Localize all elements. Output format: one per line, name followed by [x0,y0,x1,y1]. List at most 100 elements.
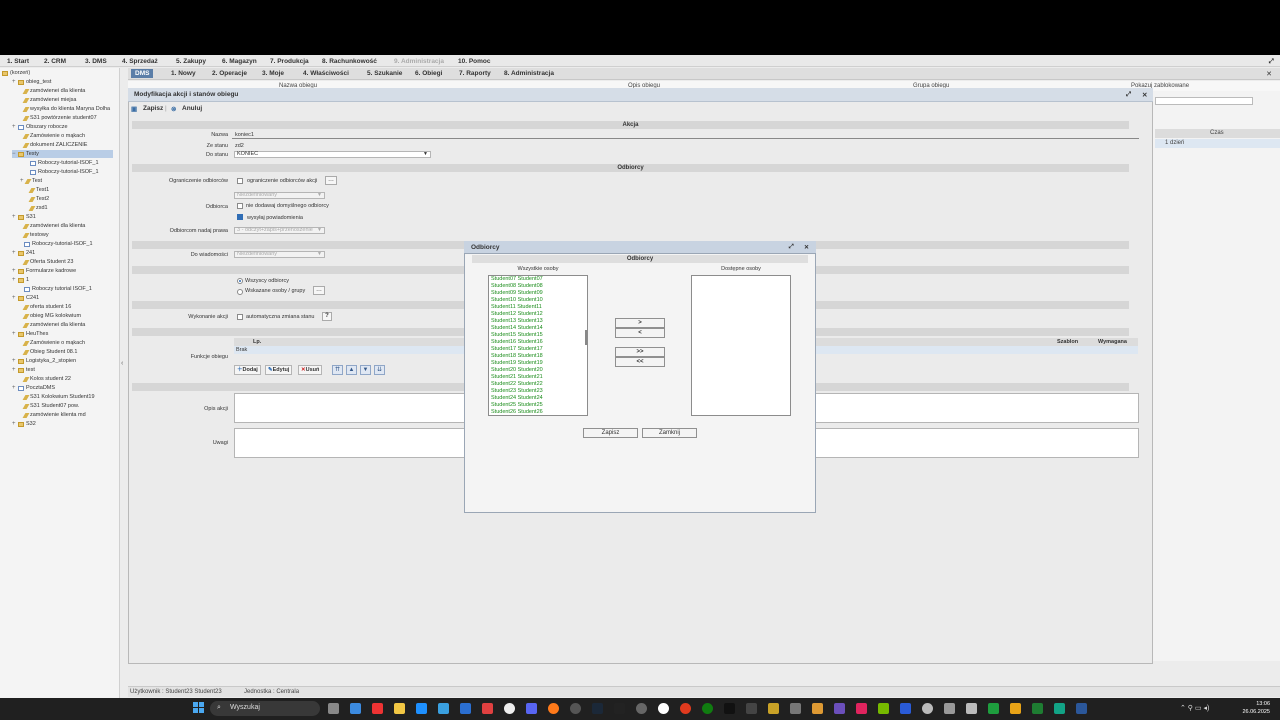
tree-item[interactable]: dokument ZALICZENIE [22,141,87,149]
list-item[interactable]: Student12 Student12 [491,311,543,318]
app-icon[interactable] [966,703,977,714]
help-button[interactable]: ? [322,312,332,321]
list-item[interactable]: Student15 Student15 [491,332,543,339]
app-icon[interactable] [1054,703,1065,714]
tree-item[interactable]: + obieg_test [12,78,51,86]
tree-item[interactable]: Zamówienie o mąkach [22,339,85,347]
menu-start[interactable]: 1. Start [7,58,29,65]
tree-item[interactable]: S31 powtórzenie student07 [22,114,97,122]
do-stanu-select[interactable]: KONIEC ▼ [234,151,431,158]
list-item[interactable]: Student08 Student08 [491,283,543,290]
list-item[interactable]: Student10 Student10 [491,297,543,304]
tree-item-selected[interactable]: − Testy [12,150,113,158]
tree-item[interactable]: zamówienei dla klienta [22,321,85,329]
dms-menu-moje[interactable]: 3. Moje [262,70,284,77]
all-people-list[interactable]: Student07 Student07 Student08 Student08 … [488,275,588,416]
tree-item[interactable]: zamówienei dla klienta [22,222,85,230]
app-icon[interactable] [570,703,581,714]
discord-icon[interactable] [526,703,537,714]
close-icon[interactable]: ✕ [1266,70,1272,78]
list-item[interactable]: Student20 Student20 [491,367,543,374]
tree-item[interactable]: zamówienei miejsa [22,96,76,104]
wysylaj-checkbox[interactable] [237,214,243,220]
tree-item[interactable]: zamówienei dla klienta [22,87,85,95]
list-item[interactable]: Student09 Student09 [491,290,543,297]
tree-item[interactable]: Roboczy-tutorial-ISOF_1 [30,168,99,176]
tree-item[interactable]: + C241 [12,294,39,302]
radio-wskazane[interactable] [237,289,243,295]
tree-item[interactable]: S31 Student07 pow. [22,402,79,410]
task-view-icon[interactable] [328,703,339,714]
add-all-button[interactable]: >> [615,347,665,357]
automatyczna-checkbox[interactable] [237,314,243,320]
add-button[interactable]: ＋Dodaj [234,365,261,375]
app-icon[interactable] [856,703,867,714]
available-people-list[interactable] [691,275,791,416]
app-icon[interactable] [636,703,647,714]
tree-item[interactable]: + test [12,366,35,374]
tree-item[interactable]: Obieg Student 08.1 [22,348,77,356]
dms-tab[interactable]: DMS [131,69,154,78]
ograniczenie-select[interactable]: Niezdefiniowany ▼ [234,192,325,199]
menu-magazyn[interactable]: 6. Magazyn [222,58,257,65]
menu-pomoc[interactable]: 10. Pomoc [458,58,491,65]
app-icon[interactable] [790,703,801,714]
tree-item[interactable]: testowy [22,231,49,239]
chrome-icon[interactable] [658,703,669,714]
tree-item[interactable]: Roboczy-tutorial-ISOF_1 [30,159,99,167]
list-item[interactable]: Student17 Student17 [491,346,543,353]
app-icon[interactable] [372,703,383,714]
dms-menu-szukanie[interactable]: 5. Szukanie [367,70,402,77]
list-item[interactable]: Student21 Student21 [491,374,543,381]
app-icon[interactable] [460,703,471,714]
menu-rachunkowosc[interactable]: 8. Rachunkowość [322,58,377,65]
list-scrollbar[interactable] [585,330,587,345]
move-bottom-icon[interactable]: ⇊ [374,365,385,375]
more-button[interactable]: … [325,176,337,185]
dms-menu-obiegi[interactable]: 6. Obiegi [415,70,442,77]
close-icon[interactable]: ✕ [804,244,809,251]
tree-item[interactable]: zamówienie klienta md [22,411,86,419]
ograniczenie-checkbox[interactable] [237,178,243,184]
menu-sprzedaz[interactable]: 4. Sprzedaż [122,58,158,65]
app-icon[interactable] [724,703,735,714]
restore-icon[interactable]: ⤢ [789,244,794,251]
tree-item[interactable]: Test1 [28,186,49,194]
tree-item[interactable]: + HeuThes [12,330,48,338]
app-icon[interactable] [834,703,845,714]
file-explorer-icon[interactable] [394,703,405,714]
firefox-icon[interactable] [548,703,559,714]
menu-zakupy[interactable]: 5. Zakupy [176,58,206,65]
add-selected-button[interactable]: > [615,318,665,328]
tree-item[interactable]: + S31 [12,213,36,221]
menu-dms[interactable]: 3. DMS [85,58,107,65]
app-icon[interactable] [900,703,911,714]
app-icon[interactable] [438,703,449,714]
dms-menu-operacje[interactable]: 2. Operacje [212,70,247,77]
delete-button[interactable]: ✕Usuń [298,365,323,375]
dialog-save-button[interactable]: Zapisz [583,428,638,438]
tree-item[interactable]: + Logistyka_2_stopien [12,357,76,365]
tree-item[interactable]: + Formularze kadrowe [12,267,76,275]
list-item[interactable]: Student25 Student25 [491,402,543,409]
maximize-icon[interactable]: ⤢ [1269,58,1274,66]
windows-start-icon[interactable] [193,702,205,714]
tree-item[interactable]: zsd1 [28,204,48,212]
list-item[interactable]: Student07 Student07 [491,276,543,283]
tree-item[interactable]: (korzeń) [2,69,30,77]
move-top-icon[interactable]: ⇈ [332,365,343,375]
tree-item[interactable]: obieg MG kolokwium [22,312,81,320]
app-icon[interactable] [988,703,999,714]
list-item[interactable]: Student11 Student11 [491,304,542,311]
list-item[interactable]: Student13 Student13 [491,318,543,325]
tree-item[interactable]: Kolos student 22 [22,375,71,383]
list-item[interactable]: Student14 Student14 [491,325,543,332]
list-item[interactable]: Student16 Student16 [491,339,543,346]
tree-item[interactable]: + PocztaDMS [12,384,55,392]
word-icon[interactable] [1076,703,1087,714]
tree-item[interactable]: + Test [20,177,42,185]
tree-item[interactable]: oferta student 16 [22,303,71,311]
tree-item[interactable]: +1 [12,276,29,284]
app-icon[interactable] [768,703,779,714]
app-icon[interactable] [614,703,625,714]
